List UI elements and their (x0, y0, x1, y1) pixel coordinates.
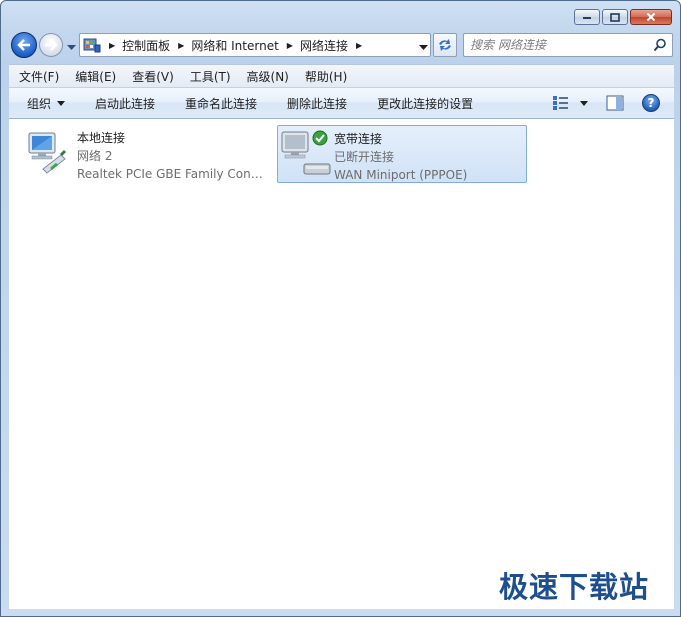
broadband-connection-icon (281, 130, 331, 175)
watermark-logo: 极速下载站 (499, 570, 650, 604)
connection-device: WAN Miniport (PPPOE) (334, 168, 468, 182)
menu-help[interactable]: 帮助(H) (297, 68, 355, 85)
refresh-button[interactable] (433, 33, 457, 57)
breadcrumb-separator-icon[interactable]: ▶ (287, 41, 293, 50)
menu-bar: 文件(F) 编辑(E) 查看(V) 工具(T) 高级(N) 帮助(H) (9, 64, 674, 87)
menu-edit[interactable]: 编辑(E) (67, 68, 124, 85)
back-arrow-icon (17, 39, 30, 51)
lan-connection-icon (28, 132, 67, 174)
change-view-button[interactable] (552, 95, 588, 111)
breadcrumb-item[interactable]: ▶ 网络和 Internet (170, 37, 279, 54)
chevron-down-icon (419, 45, 428, 50)
connection-item-local[interactable]: 本地连接 网络 2 Realtek PCIe GBE Family Contro… (21, 125, 271, 183)
control-panel-icon (83, 38, 101, 53)
caption-buttons (574, 9, 672, 25)
connection-item-broadband[interactable]: 宽带连接 已断开连接 WAN Miniport (PPPOE) (277, 125, 527, 183)
forward-arrow-icon (45, 39, 58, 51)
connection-device: Realtek PCIe GBE Family Controller (77, 167, 265, 181)
change-settings-button[interactable]: 更改此连接的设置 (377, 95, 473, 112)
menu-advanced[interactable]: 高级(N) (239, 68, 297, 85)
maximize-icon (610, 12, 620, 22)
search-input[interactable] (470, 37, 648, 53)
breadcrumb-item[interactable]: ▶ 网络连接 ▶ (279, 37, 369, 54)
view-details-icon (553, 96, 568, 110)
help-button[interactable]: ? (642, 94, 660, 112)
breadcrumb-label[interactable]: 网络连接 (300, 37, 348, 54)
lan-icon (21, 125, 77, 181)
rename-connection-button[interactable]: 重命名此连接 (185, 95, 257, 112)
preview-pane-button[interactable] (606, 95, 624, 114)
maximize-button[interactable] (602, 9, 628, 25)
minimize-button[interactable] (574, 9, 600, 25)
recent-pages-button[interactable] (67, 40, 76, 54)
breadcrumb-separator-icon[interactable]: ▶ (178, 41, 184, 50)
connection-name: 本地连接 (77, 131, 126, 145)
explorer-window: ▶ 控制面板 ▶ 网络和 Internet ▶ 网络连接 ▶ 搜索 网络连接 文… (0, 0, 681, 617)
chevron-down-icon (67, 45, 76, 50)
chevron-down-icon (580, 100, 588, 106)
breadcrumb-separator-icon[interactable]: ▶ (356, 41, 362, 50)
preview-pane-icon (606, 95, 624, 111)
close-icon (646, 12, 656, 22)
organize-label: 组织 (27, 96, 52, 111)
breadcrumb-label[interactable]: 网络和 Internet (191, 37, 278, 54)
menu-tools[interactable]: 工具(T) (182, 68, 239, 85)
address-bar[interactable]: ▶ 控制面板 ▶ 网络和 Internet ▶ 网络连接 ▶ (79, 33, 431, 57)
search-icon[interactable] (653, 38, 667, 52)
delete-connection-button[interactable]: 删除此连接 (287, 95, 347, 112)
organize-button[interactable]: 组织 (27, 95, 66, 112)
navigation-row: ▶ 控制面板 ▶ 网络和 Internet ▶ 网络连接 ▶ (9, 31, 674, 59)
chevron-down-icon (57, 100, 66, 106)
search-box[interactable] (463, 33, 673, 57)
back-button[interactable] (11, 32, 37, 58)
command-bar: 组织 启动此连接 重命名此连接 删除此连接 更改此连接的设置 ? (9, 87, 674, 119)
breadcrumb-item[interactable]: ▶ 控制面板 (101, 37, 170, 54)
close-button[interactable] (630, 9, 672, 25)
enable-connection-button[interactable]: 启动此连接 (95, 95, 155, 112)
broadband-icon (278, 126, 334, 182)
forward-button[interactable] (39, 33, 63, 57)
connection-status: 网络 2 (77, 149, 113, 163)
menu-view[interactable]: 查看(V) (124, 68, 182, 85)
address-history-button[interactable] (419, 40, 428, 54)
minimize-icon (583, 17, 591, 19)
connection-name: 宽带连接 (334, 132, 383, 146)
connection-status: 已断开连接 (334, 150, 395, 164)
breadcrumb-label[interactable]: 控制面板 (122, 37, 170, 54)
connections-list: 本地连接 网络 2 Realtek PCIe GBE Family Contro… (9, 119, 674, 609)
menu-file[interactable]: 文件(F) (11, 68, 67, 85)
breadcrumb-separator-icon[interactable]: ▶ (109, 41, 115, 50)
refresh-icon (439, 39, 451, 51)
